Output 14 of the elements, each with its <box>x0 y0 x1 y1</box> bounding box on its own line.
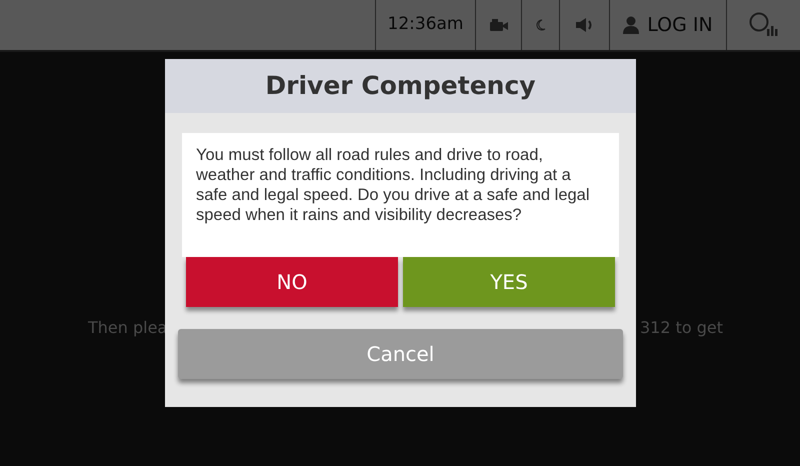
message-text: You must follow all road rules and drive to road, weather and traffic conditions. Including driving at a safe and legal speed. Do you drive at a safe and legal speed when it rains and visibility decreases? <box>196 146 590 224</box>
no-button[interactable]: NO <box>186 257 398 307</box>
speaker-icon <box>574 17 594 33</box>
clock-text: 12:36am <box>375 0 475 50</box>
moon-icon <box>536 19 546 31</box>
video-camera-icon <box>488 18 508 32</box>
login-button[interactable]: LOG IN <box>609 0 726 50</box>
logo-icon <box>748 12 778 38</box>
background-text: 312 to get <box>640 317 724 339</box>
dialog-title: Driver Competency <box>265 70 536 102</box>
cancel-button[interactable]: Cancel <box>178 329 623 379</box>
background-text: Then plea <box>88 317 168 339</box>
person-icon <box>623 16 640 34</box>
yes-button[interactable]: YES <box>403 257 615 307</box>
